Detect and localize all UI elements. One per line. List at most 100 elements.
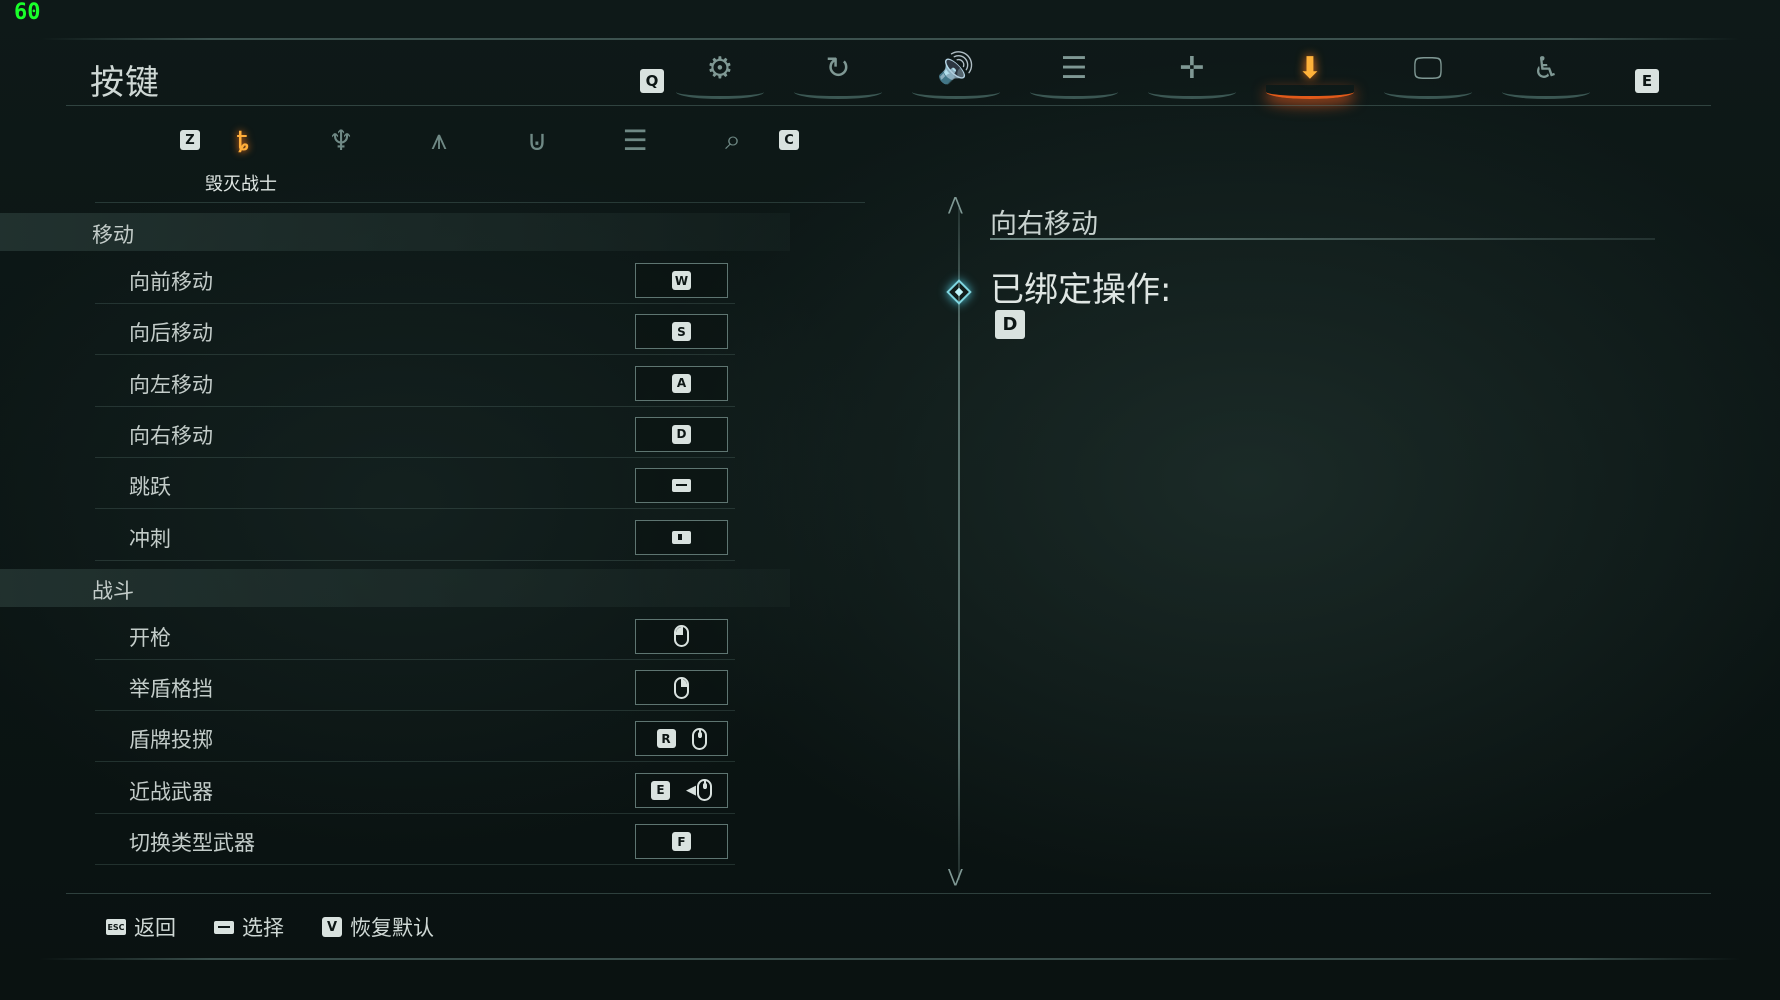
key-binding-slot[interactable] xyxy=(635,468,728,504)
key-binding-slot[interactable] xyxy=(635,519,728,555)
binding-label: 冲刺 xyxy=(129,526,171,551)
binding-row[interactable]: 切换类型武器 F xyxy=(95,819,735,865)
scroll-top-cap: ⋀ xyxy=(948,194,963,215)
bound-actions-label: 已绑定操作: xyxy=(990,270,1172,310)
key-binding-slot[interactable]: A xyxy=(635,365,728,401)
top-tab-monitor[interactable]: 🖵 xyxy=(1380,45,1476,99)
binding-row[interactable]: 向前移动 W xyxy=(95,258,735,304)
tab-underline xyxy=(1266,85,1354,99)
space-key-icon xyxy=(672,479,691,493)
prev-tab-key[interactable]: Q xyxy=(640,69,664,93)
back-button[interactable]: ESC 返回 xyxy=(106,912,176,942)
key-binding-slot[interactable]: D xyxy=(635,416,728,452)
subtab-magnifier-eye[interactable]: ⌕ xyxy=(708,120,758,160)
top-tab-swirl[interactable]: ↻ xyxy=(790,45,886,99)
bound-key-d: D xyxy=(995,310,1025,339)
key-binding-slot[interactable] xyxy=(635,618,728,654)
select-label: 选择 xyxy=(242,916,284,940)
binding-label: 近战武器 xyxy=(129,779,213,804)
next-subtab-key[interactable]: C xyxy=(779,130,799,150)
binding-row[interactable]: 向右移动 D xyxy=(95,412,735,458)
key-binding-slot[interactable] xyxy=(635,670,728,706)
fps-counter: 60 xyxy=(14,0,41,25)
v-key-icon: V xyxy=(322,917,342,937)
mouse-middle-icon xyxy=(691,727,707,750)
binding-row[interactable]: 近战武器 E ◀ xyxy=(95,768,735,814)
tab-underline xyxy=(794,85,882,99)
shield-emblem-icon: ⊍ xyxy=(526,123,548,157)
mouse-left-icon xyxy=(674,625,689,648)
top-tab-controls[interactable]: ⬇ xyxy=(1262,45,1358,99)
mouse-right-icon xyxy=(674,676,689,699)
prev-subtab-key[interactable]: Z xyxy=(180,130,200,150)
binding-label: 盾牌投掷 xyxy=(129,728,213,753)
binding-label: 向左移动 xyxy=(129,372,213,397)
subtab-wings[interactable]: ⩚ xyxy=(414,120,464,160)
footer-divider xyxy=(66,893,1711,894)
binding-row[interactable]: 开枪 xyxy=(95,614,735,660)
controls-icon: ⬇ xyxy=(1297,51,1323,86)
wings-icon: ⩚ xyxy=(431,123,447,156)
binding-row[interactable]: 向后移动 S xyxy=(95,309,735,356)
space-key-icon xyxy=(214,920,234,934)
list-icon: ☰ xyxy=(622,123,648,157)
reset-defaults-button[interactable]: V 恢复默认 xyxy=(322,912,434,942)
subtab-slayer[interactable]: ȶ xyxy=(218,120,268,160)
accessibility-icon: ♿ xyxy=(1532,51,1560,86)
footer-hints: ESC 返回 选择 V 恢复默认 xyxy=(106,912,434,942)
mouse-icon xyxy=(697,779,712,802)
subtab-divider xyxy=(95,202,865,203)
binding-label: 开枪 xyxy=(129,625,171,650)
subtab-list[interactable]: ☰ xyxy=(610,120,660,160)
key-binding-slot[interactable]: F xyxy=(635,824,728,859)
back-label: 返回 xyxy=(134,916,176,940)
speaker-icon: 🔊 xyxy=(937,51,975,86)
binding-label: 向右移动 xyxy=(129,423,213,448)
top-tab-speaker[interactable]: 🔊 xyxy=(908,45,1004,99)
binding-row[interactable]: 跳跃 xyxy=(95,463,735,510)
list-icon: ☰ xyxy=(1060,51,1088,86)
key-binding-slot[interactable]: W xyxy=(635,263,728,298)
key-d-icon: D xyxy=(672,424,691,444)
subtab-demon-mask[interactable]: ♆ xyxy=(316,120,366,160)
key-f-icon: F xyxy=(672,832,691,851)
top-frame-line xyxy=(40,38,1740,40)
sub-tab-bar: Z ȶ ♆ ⩚ ⊍ ☰ ⌕ C 毁灭战士 xyxy=(175,118,815,198)
subtab-shield-emblem[interactable]: ⊍ xyxy=(512,120,562,160)
binding-row[interactable]: 举盾格挡 xyxy=(95,665,735,712)
key-w-icon: W xyxy=(672,271,691,290)
top-tab-list[interactable]: ☰ xyxy=(1026,45,1122,99)
select-button[interactable]: 选择 xyxy=(214,912,284,942)
key-binding-slot[interactable]: E ◀ xyxy=(635,772,728,808)
mouse-wheel-icon: ◀ xyxy=(686,779,712,802)
key-binding-slot[interactable]: S xyxy=(635,314,728,350)
slayer-icon: ȶ xyxy=(236,123,250,157)
tab-underline xyxy=(1384,85,1472,99)
binding-label: 跳跃 xyxy=(129,475,171,500)
active-subtab-label: 毁灭战士 xyxy=(205,174,277,195)
next-tab-key[interactable]: E xyxy=(1635,69,1659,93)
top-tab-crosshair[interactable]: ✛ xyxy=(1144,45,1240,99)
key-binding-slot[interactable]: R xyxy=(635,721,728,757)
tab-underline xyxy=(1148,85,1236,99)
top-tab-gear[interactable]: ⚙ xyxy=(672,45,768,99)
binding-row[interactable]: 盾牌投掷 R xyxy=(95,716,735,763)
tab-underline xyxy=(1502,85,1590,99)
reset-label: 恢复默认 xyxy=(350,916,434,940)
key-e-icon: E xyxy=(651,780,670,800)
binding-label: 向后移动 xyxy=(129,321,213,346)
tab-underline xyxy=(676,85,764,99)
binding-row[interactable]: 向左移动 A xyxy=(95,361,735,407)
binding-row[interactable]: 冲刺 xyxy=(95,515,735,561)
detail-title: 向右移动 xyxy=(990,209,1098,240)
section-title: 战斗 xyxy=(92,578,134,603)
section-header: 战斗 xyxy=(0,568,790,607)
top-tab-accessibility[interactable]: ♿ xyxy=(1498,45,1594,99)
scroll-bottom-cap: ⋁ xyxy=(948,866,963,887)
demon-mask-icon: ♆ xyxy=(328,123,354,157)
detail-title-underline xyxy=(990,238,1655,240)
panel-divider xyxy=(958,208,960,880)
section-header: 移动 xyxy=(0,213,790,251)
binding-label: 举盾格挡 xyxy=(129,677,213,702)
magnifier-eye-icon: ⌕ xyxy=(725,123,741,156)
